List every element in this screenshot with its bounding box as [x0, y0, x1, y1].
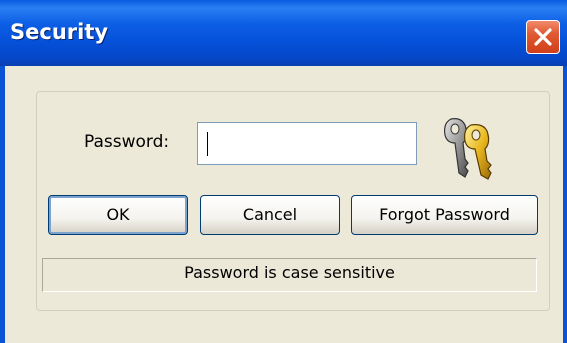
window-border-left: [0, 66, 5, 343]
status-bar: Password is case sensitive: [42, 258, 537, 292]
text-caret: [207, 132, 208, 156]
window-title: Security: [10, 20, 109, 44]
status-text: Password is case sensitive: [184, 263, 395, 282]
title-bar[interactable]: Security: [0, 0, 567, 66]
ok-button[interactable]: OK: [48, 195, 188, 235]
keys-icon: [444, 118, 492, 180]
password-field[interactable]: [197, 122, 417, 165]
window-border-right: [563, 66, 567, 343]
forgot-password-button[interactable]: Forgot Password: [351, 195, 538, 235]
close-icon: [534, 28, 552, 46]
password-label: Password:: [84, 132, 170, 152]
cancel-button[interactable]: Cancel: [200, 195, 340, 235]
close-button[interactable]: [526, 20, 560, 54]
